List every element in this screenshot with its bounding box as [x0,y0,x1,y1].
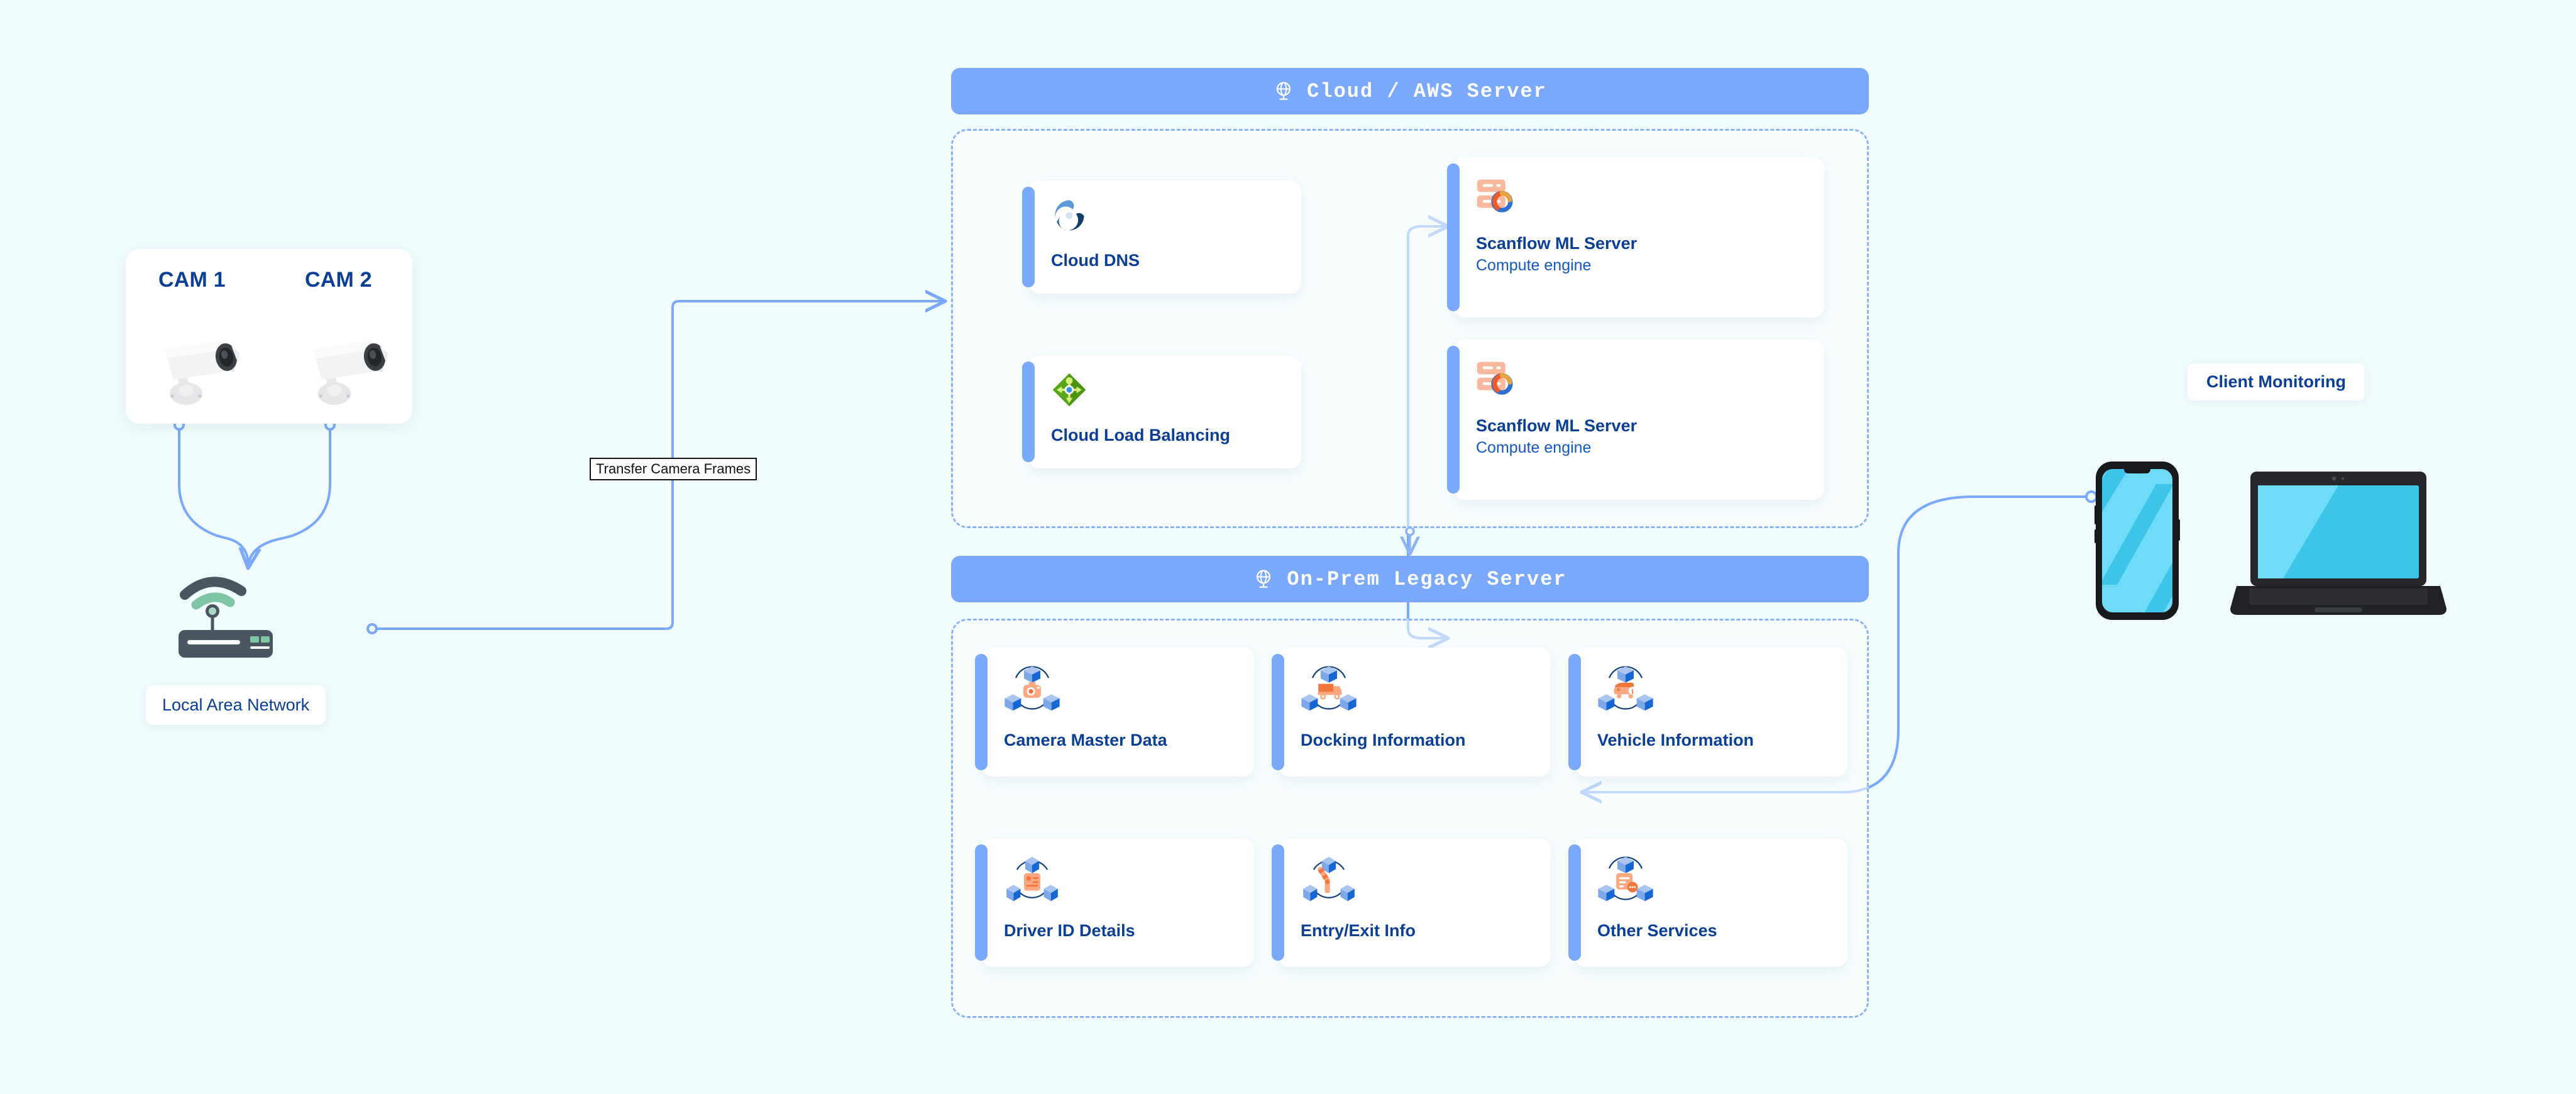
card-scanflow-ml-server-1[interactable]: Scanflow ML Server Compute engine [1447,157,1824,318]
lan-label: Local Area Network [146,685,326,725]
cctv-camera-icon [313,341,388,405]
card-other-services[interactable]: Other Services [1568,838,1847,967]
card-title: Scanflow ML Server [1476,416,1638,435]
camera-group-card: CAM 1 CAM 2 [126,249,412,424]
card-title: Entry/Exit Info [1301,921,1416,940]
load-balancer-diamond-icon [1052,373,1086,407]
globe-icon [1277,82,1291,100]
server-rack-icon [1477,179,1513,213]
smartphone-icon [2094,461,2180,620]
card-title: Driver ID Details [1004,921,1135,940]
card-title: Vehicle Information [1597,731,1754,749]
card-title: Camera Master Data [1004,731,1167,749]
architecture-diagram-canvas: CAM 1 CAM 2 Local Area Network Transfer … [0,0,2576,1094]
card-subtitle: Compute engine [1476,257,1592,274]
svg-text:i: i [1631,688,1634,695]
cam2-label: CAM 2 [305,268,372,292]
server-rack-icon [1477,362,1513,395]
card-cloud-load-balancing[interactable]: Cloud Load Balancing [1022,355,1301,468]
cloud-dns-swirl-icon [1055,200,1084,231]
onprem-zone-header: On-Prem Legacy Server [951,556,1869,602]
cubes-camera-icon [1005,666,1060,711]
card-subtitle: Compute engine [1476,439,1592,456]
card-cloud-dns[interactable]: Cloud DNS [1022,180,1301,294]
client-monitoring-label: Client Monitoring [2188,363,2365,401]
cubes-barrier-gate-icon [1303,856,1355,902]
card-entry-exit-info[interactable]: Entry/Exit Info [1272,838,1551,967]
card-title: Docking Information [1301,731,1466,749]
cam1-label: CAM 1 [158,268,226,292]
transfer-camera-frames-label: Transfer Camera Frames [590,458,757,481]
cubes-truck-icon [1301,666,1357,711]
onprem-zone-header-label: On-Prem Legacy Server [1287,567,1567,591]
card-title: Other Services [1597,921,1717,940]
card-vehicle-information[interactable]: i Vehicle Information [1568,648,1847,776]
cctv-camera-icon [165,341,240,405]
card-docking-information[interactable]: Docking Information [1272,648,1551,776]
card-title: Cloud Load Balancing [1051,426,1231,445]
cloud-zone-header: Cloud / AWS Server [951,68,1869,114]
globe-icon [1257,570,1271,588]
laptop-icon [2230,472,2447,615]
card-title: Scanflow ML Server [1476,234,1638,253]
wifi-router-icon [163,566,289,660]
cubes-document-chat-icon [1598,856,1653,902]
card-camera-master-data[interactable]: Camera Master Data [975,648,1254,776]
card-title: Cloud DNS [1051,251,1140,270]
card-driver-id-details[interactable]: Driver ID Details [975,838,1254,967]
cubes-id-card-icon [1006,856,1058,902]
cubes-vehicle-info-icon: i [1598,666,1653,711]
card-scanflow-ml-server-2[interactable]: Scanflow ML Server Compute engine [1447,340,1824,500]
cloud-zone-header-label: Cloud / AWS Server [1307,79,1547,103]
